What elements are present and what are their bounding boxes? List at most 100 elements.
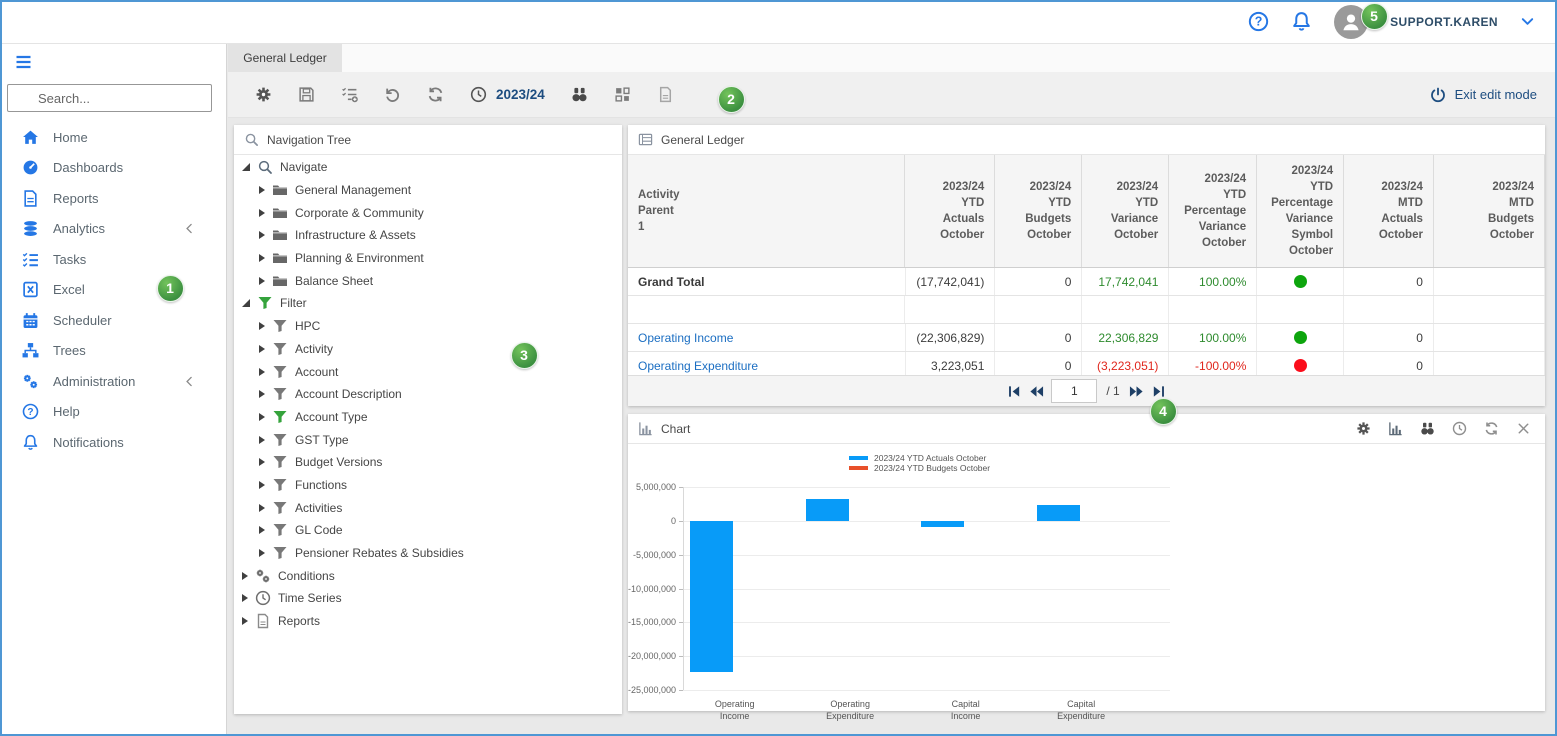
chart-bar[interactable] <box>806 499 849 521</box>
chevron-left-icon <box>183 222 196 235</box>
tab-general-ledger[interactable]: General Ledger <box>228 44 342 72</box>
tree-item[interactable]: Account Description <box>234 383 622 406</box>
chart-bar[interactable] <box>921 521 964 527</box>
tree-item[interactable]: Activities <box>234 496 622 519</box>
chart-bar[interactable] <box>690 521 733 672</box>
document-icon[interactable] <box>657 86 674 103</box>
tree-item-label: General Management <box>295 183 411 197</box>
chart-gridline <box>683 555 1170 556</box>
tree-item[interactable]: HPC <box>234 315 622 338</box>
binoculars-icon[interactable] <box>571 86 588 103</box>
tree-expander-collapsed-icon[interactable] <box>259 504 265 512</box>
grid-column-header[interactable]: 2023/24 YTD Percentage Variance Symbol O… <box>1257 155 1344 267</box>
funnel-icon <box>257 295 273 311</box>
grid-column-header[interactable]: 2023/24 YTD Actuals October <box>905 155 995 267</box>
tree-expander-collapsed-icon[interactable] <box>259 458 265 466</box>
analytics-icon <box>22 220 39 237</box>
tree-item[interactable]: Budget Versions <box>234 451 622 474</box>
chart-bar[interactable] <box>1037 505 1080 520</box>
pager-prev-icon[interactable] <box>1029 384 1044 399</box>
tree-expander-collapsed-icon[interactable] <box>259 481 265 489</box>
sidebar-item-trees[interactable]: Trees <box>0 336 226 367</box>
sidebar-item-help[interactable]: ?Help <box>0 397 226 428</box>
tree-item[interactable]: General Management <box>234 179 622 202</box>
tree-item[interactable]: Account <box>234 360 622 383</box>
grid-column-header[interactable]: 2023/24 YTD Variance October <box>1082 155 1169 267</box>
row-label-cell <box>628 296 905 323</box>
grid-cell <box>1434 268 1545 295</box>
tree-item[interactable]: Time Series <box>234 587 622 610</box>
sidebar-item-dashboards[interactable]: Dashboards <box>0 153 226 184</box>
tree-item[interactable]: Balance Sheet <box>234 269 622 292</box>
tree-expander-collapsed-icon[interactable] <box>242 594 248 602</box>
tree-expander-collapsed-icon[interactable] <box>259 390 265 398</box>
tree-expander-expanded-icon[interactable] <box>242 299 250 307</box>
notifications-bell-icon[interactable] <box>1291 11 1312 32</box>
sidebar-item-reports[interactable]: Reports <box>0 183 226 214</box>
pager-first-icon[interactable] <box>1007 384 1022 399</box>
tree-item[interactable]: Filter <box>234 292 622 315</box>
pager-next-icon[interactable] <box>1129 384 1144 399</box>
tree-expander-collapsed-icon[interactable] <box>242 617 248 625</box>
tree-item[interactable]: Functions <box>234 474 622 497</box>
sidebar-item-notifications[interactable]: Notifications <box>0 427 226 458</box>
tree-item[interactable]: Planning & Environment <box>234 247 622 270</box>
hamburger-menu-icon[interactable] <box>14 54 33 70</box>
tree-item[interactable]: Navigate <box>234 156 622 179</box>
grid-column-header[interactable]: 2023/24 YTD Percentage Variance October <box>1169 155 1257 267</box>
tree-expander-collapsed-icon[interactable] <box>259 186 265 194</box>
tree-expander-collapsed-icon[interactable] <box>259 368 265 376</box>
tree-expander-expanded-icon[interactable] <box>242 163 250 171</box>
tree-expander-collapsed-icon[interactable] <box>259 209 265 217</box>
sidebar-item-excel[interactable]: Excel <box>0 275 226 306</box>
exit-edit-mode-button[interactable]: Exit edit mode <box>1430 87 1557 103</box>
search-input[interactable] <box>7 84 212 112</box>
tree-item[interactable]: Reports <box>234 610 622 633</box>
refresh-icon[interactable] <box>427 86 444 103</box>
tree-item[interactable]: Account Type <box>234 406 622 429</box>
save-icon[interactable] <box>298 86 315 103</box>
period-selector[interactable]: 2023/24 <box>470 86 545 103</box>
page-number-input[interactable] <box>1051 379 1097 403</box>
settings-icon[interactable] <box>255 86 272 103</box>
tree-expander-collapsed-icon[interactable] <box>259 413 265 421</box>
tree-item[interactable]: Activity <box>234 338 622 361</box>
layout-icon[interactable] <box>614 86 631 103</box>
tree-item[interactable]: Infrastructure & Assets <box>234 224 622 247</box>
grid-column-header[interactable]: 2023/24 MTD Budgets October <box>1434 155 1545 267</box>
sidebar-item-home[interactable]: Home <box>0 122 226 153</box>
grid-column-header[interactable]: 2023/24 YTD Budgets October <box>995 155 1082 267</box>
tree-expander-collapsed-icon[interactable] <box>259 549 265 557</box>
tree-expander-collapsed-icon[interactable] <box>259 526 265 534</box>
grid-column-header[interactable]: 2023/24 MTD Actuals October <box>1344 155 1434 267</box>
row-label-cell[interactable]: Operating Income <box>628 324 906 351</box>
sidebar-item-tasks[interactable]: Tasks <box>0 244 226 275</box>
tree-item[interactable]: GST Type <box>234 428 622 451</box>
tree-expander-collapsed-icon[interactable] <box>259 436 265 444</box>
username[interactable]: SUPPORT.KAREN <box>1390 15 1498 29</box>
gears-icon <box>255 568 271 584</box>
tree-item[interactable]: Pensioner Rebates & Subsidies <box>234 542 622 565</box>
list-add-icon[interactable] <box>341 86 358 103</box>
tree-item-label: Infrastructure & Assets <box>295 228 416 242</box>
tree-expander-collapsed-icon[interactable] <box>259 322 265 330</box>
tree-expander-collapsed-icon[interactable] <box>259 277 265 285</box>
table-row: Grand Total(17,742,041)017,742,041100.00… <box>628 268 1545 296</box>
tree-expander-collapsed-icon[interactable] <box>259 345 265 353</box>
tree-item[interactable]: Conditions <box>234 564 622 587</box>
sidebar-item-analytics[interactable]: Analytics <box>0 214 226 245</box>
tree-item[interactable]: Corporate & Community <box>234 201 622 224</box>
tree-expander-collapsed-icon[interactable] <box>242 572 248 580</box>
tree-expander-collapsed-icon[interactable] <box>259 231 265 239</box>
undo-icon[interactable] <box>384 86 401 103</box>
help-icon[interactable]: ? <box>1248 11 1269 32</box>
sidebar-item-administration[interactable]: Administration <box>0 366 226 397</box>
tree-expander-collapsed-icon[interactable] <box>259 254 265 262</box>
pager-last-icon[interactable] <box>1151 384 1166 399</box>
tree-item[interactable]: GL Code <box>234 519 622 542</box>
chevron-down-icon[interactable] <box>1520 14 1535 29</box>
chart-panel: Chart 2023/24 YTD Actuals October2023/24… <box>628 414 1545 711</box>
sidebar-item-scheduler[interactable]: Scheduler <box>0 305 226 336</box>
toolbar-right-group <box>571 86 674 103</box>
grid-column-header[interactable]: Activity Parent 1 <box>628 155 905 267</box>
